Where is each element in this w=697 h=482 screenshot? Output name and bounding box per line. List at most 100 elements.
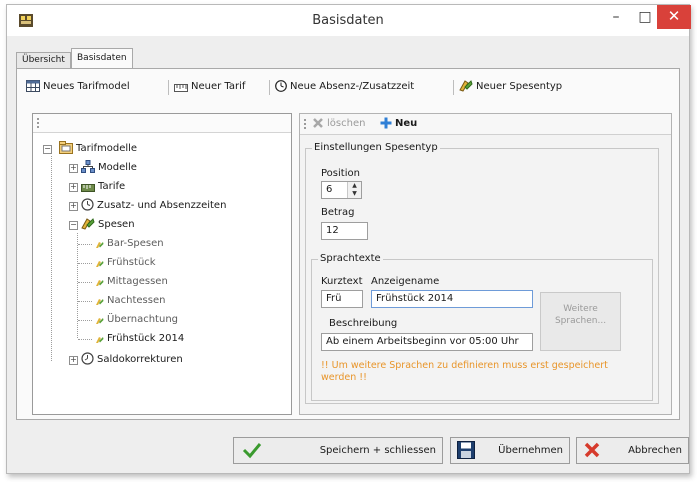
detail-pane: löschen Neu Einstellungen Spesentyp Posi… — [299, 113, 672, 415]
expense-icon — [81, 218, 95, 230]
title-bar: Basisdaten – □ ✕ — [7, 5, 691, 36]
window-title: Basisdaten — [312, 13, 384, 28]
expense-item-label: Bar-Spesen — [107, 238, 164, 249]
save-close-label: Speichern + schliessen — [319, 445, 436, 456]
tree-node-expense-item[interactable]: Mittagessen — [95, 273, 168, 291]
short-text-label: Kurztext — [321, 276, 363, 287]
expand-toggle[interactable]: + — [69, 356, 78, 365]
tree-node-expense-item[interactable]: Nachtessen — [95, 292, 165, 310]
short-text-field[interactable]: Frü — [321, 290, 363, 308]
tree-label-spesen: Spesen — [98, 219, 135, 230]
cancel-button[interactable]: Abbrechen — [576, 437, 689, 464]
toolbar-grip[interactable] — [304, 119, 308, 129]
tree-connector — [51, 156, 53, 361]
new-tariff-label: Neuer Tarif — [191, 81, 246, 92]
amount-field[interactable]: 12 — [321, 222, 368, 240]
tree-label-saldokorrekturen: Saldokorrekturen — [97, 354, 183, 365]
tree-connector — [78, 282, 92, 284]
delete-label: löschen — [327, 118, 366, 129]
new-absence-label: Neue Absenz-/Zusatzzeit — [290, 81, 415, 92]
tree-node-expense-item-selected[interactable]: Frühstück 2014 — [95, 330, 184, 348]
expense-item-icon — [96, 261, 104, 267]
tab-uebersicht[interactable]: Übersicht — [16, 52, 71, 69]
ruler-icon — [81, 184, 95, 192]
hierarchy-icon — [81, 160, 95, 173]
tree-connector — [78, 301, 92, 303]
new-tariff-button[interactable]: Neuer Tarif — [174, 76, 245, 98]
warning-line1: !! Um weitere Sprachen zu definieren mus… — [321, 360, 608, 371]
minimize-button[interactable]: – — [603, 6, 629, 30]
table-icon — [26, 80, 40, 92]
new-absence-button[interactable]: Neue Absenz-/Zusatzzeit — [275, 76, 414, 98]
tree-node-expense-item[interactable]: Bar-Spesen — [95, 235, 164, 253]
display-name-field[interactable]: Frühstück 2014 — [371, 290, 533, 308]
tree-label-modelle: Modelle — [98, 162, 137, 173]
save-close-button[interactable]: Speichern + schliessen — [233, 437, 443, 464]
expand-toggle[interactable]: + — [69, 164, 78, 173]
expense-item-label: Frühstück — [107, 257, 156, 268]
apply-button[interactable]: Übernehmen — [450, 437, 570, 464]
close-button[interactable]: ✕ — [657, 5, 691, 29]
new-tariff-model-label: Neues Tarifmodel — [43, 81, 130, 92]
tree-label-tarifmodelle: Tarifmodelle — [76, 143, 138, 154]
tree-connector — [78, 244, 92, 246]
tree-node-expense-item[interactable]: Übernachtung — [95, 311, 178, 329]
new-tariff-model-button[interactable]: Neues Tarifmodel — [26, 76, 130, 98]
tree-connector — [78, 339, 92, 341]
spin-down-icon[interactable]: ▼ — [348, 190, 361, 198]
cancel-label: Abbrechen — [628, 445, 682, 456]
expense-item-label: Nachtessen — [107, 295, 166, 306]
tab-basisdaten[interactable]: Basisdaten — [71, 48, 133, 69]
new-expense-type-button[interactable]: Neuer Spesentyp — [459, 76, 562, 98]
delete-icon — [313, 118, 323, 128]
description-field[interactable]: Ab einem Arbeitsbeginn vor 05:00 Uhr — [321, 333, 533, 351]
tree-toolbar — [33, 114, 291, 133]
amount-label: Betrag — [321, 207, 355, 218]
tree-connector — [77, 233, 79, 338]
tree-connector — [78, 320, 92, 322]
toolbar-separator — [269, 80, 270, 95]
new-label: Neu — [395, 118, 418, 129]
more-languages-line1: Weitere — [563, 304, 598, 314]
new-expense-type-label: Neuer Spesentyp — [476, 81, 563, 92]
save-first-warning: !! Um weitere Sprachen zu definieren mus… — [321, 360, 651, 384]
tree-node-expense-item[interactable]: Frühstück — [95, 254, 156, 272]
tree-connector — [78, 263, 92, 265]
expense-item-label: Mittagessen — [107, 276, 168, 287]
more-languages-line2: Sprachen... — [554, 316, 607, 326]
expense-item-icon — [96, 337, 104, 343]
toolbar-grip[interactable] — [37, 118, 41, 128]
expense-item-icon — [96, 299, 104, 305]
expense-item-icon — [96, 242, 104, 248]
tree-pane: − Tarifmodelle + Modelle + Tarife + Zusa… — [32, 113, 292, 415]
detail-toolbar: löschen Neu — [300, 114, 671, 135]
floppy-disk-icon — [457, 441, 475, 459]
main-toolbar: Neues Tarifmodel Neuer Tarif Neue Absenz… — [22, 76, 674, 98]
collapse-toggle[interactable]: − — [43, 145, 52, 154]
warning-line2: werden !! — [321, 372, 367, 383]
expand-toggle[interactable]: + — [69, 202, 78, 211]
cancel-x-icon — [584, 442, 600, 458]
ruler-icon — [174, 84, 188, 92]
toolbar-separator — [453, 80, 454, 95]
display-name-label: Anzeigename — [371, 276, 440, 287]
position-spin[interactable]: ▲ ▼ — [347, 182, 361, 198]
expand-toggle[interactable]: + — [69, 183, 78, 192]
expense-item-label: Frühstück 2014 — [107, 333, 185, 344]
delete-button[interactable]: löschen — [312, 116, 365, 132]
add-icon — [380, 117, 392, 129]
position-value: 6 — [326, 184, 333, 195]
toolbar-separator — [168, 80, 169, 95]
clock-icon — [81, 198, 94, 211]
collapse-toggle[interactable]: − — [69, 221, 78, 230]
new-button[interactable]: Neu — [380, 116, 417, 132]
tariff-models-icon — [59, 141, 73, 154]
description-label: Beschreibung — [329, 318, 398, 329]
position-stepper[interactable]: 6 ▲ ▼ — [321, 181, 362, 199]
apply-label: Übernehmen — [498, 445, 563, 456]
maximize-button[interactable]: □ — [632, 6, 658, 30]
more-languages-button[interactable]: Weitere Sprachen... — [540, 292, 621, 351]
expense-item-icon — [96, 280, 104, 286]
clock-icon — [275, 80, 287, 92]
spin-up-icon[interactable]: ▲ — [348, 182, 361, 190]
